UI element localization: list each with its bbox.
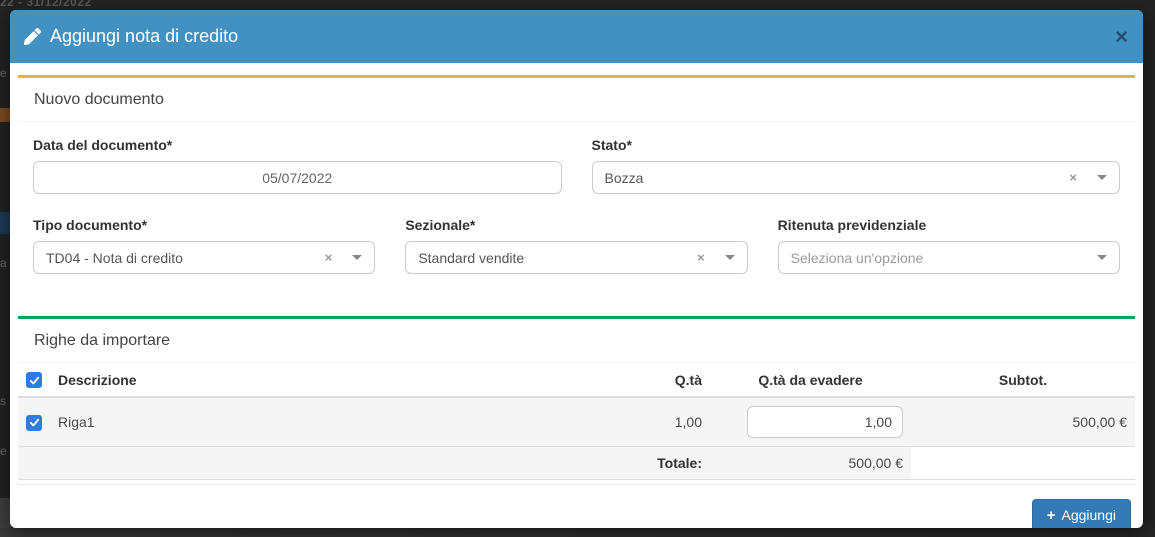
document-type-selected-value: TD04 - Nota di credito <box>46 250 325 266</box>
chevron-down-icon[interactable] <box>352 255 362 260</box>
close-icon[interactable]: × <box>1115 26 1128 48</box>
withholding-select[interactable]: Seleziona un'opzione <box>778 241 1120 274</box>
withholding-label: Ritenuta previdenziale <box>778 217 1120 233</box>
new-document-heading: Nuovo documento <box>18 78 1135 122</box>
modal-header: Aggiungi nota di credito × <box>10 10 1143 63</box>
rows-to-import-panel: Righe da importare Descrizione Q.tà <box>18 316 1135 480</box>
backdrop-fragment <box>0 528 1155 537</box>
withholding-placeholder: Seleziona un'opzione <box>791 250 1097 266</box>
document-date-input[interactable] <box>33 161 562 194</box>
column-header-description: Descrizione <box>50 363 616 397</box>
backdrop-date-range-text: 22 - 31/12/2022 <box>0 0 92 9</box>
status-select[interactable]: Bozza × <box>592 161 1121 194</box>
chevron-down-icon[interactable] <box>1097 175 1107 180</box>
column-header-qty: Q.tà <box>616 363 710 397</box>
total-label: Totale: <box>18 447 710 480</box>
qty-to-fulfill-input[interactable] <box>747 406 903 438</box>
sectional-label: Sezionale* <box>405 217 747 233</box>
modal-title: Aggiungi nota di credito <box>50 26 238 47</box>
checkmark-icon <box>29 375 40 386</box>
modal-footer: + Aggiungi <box>18 484 1135 528</box>
document-type-label: Tipo documento* <box>33 217 375 233</box>
new-document-form: Data del documento* Stato* Bozza × <box>18 122 1135 298</box>
new-document-panel: Nuovo documento Data del documento* Stat… <box>18 75 1135 298</box>
document-type-select[interactable]: TD04 - Nota di credito × <box>33 241 375 274</box>
row-description: Riga1 <box>50 397 616 447</box>
backdrop-fragment: s <box>0 394 10 408</box>
checkmark-icon <box>29 417 40 428</box>
status-selected-value: Bozza <box>605 170 1070 186</box>
rows-to-import-table: Descrizione Q.tà Q.tà da evadere Subtot. <box>18 363 1135 480</box>
total-value: 500,00 € <box>710 447 911 480</box>
plus-icon: + <box>1047 508 1056 523</box>
row-checkbox[interactable] <box>26 415 42 431</box>
column-header-subtotal: Subtot. <box>911 363 1135 397</box>
backdrop-fragment: e <box>0 444 10 458</box>
backdrop-fragment <box>0 212 10 234</box>
clear-selection-icon[interactable]: × <box>697 250 705 265</box>
row-qty: 1,00 <box>616 397 710 447</box>
clear-selection-icon[interactable]: × <box>325 250 333 265</box>
add-credit-note-modal: Aggiungi nota di credito × Nuovo documen… <box>10 10 1143 528</box>
document-date-label: Data del documento* <box>33 137 562 153</box>
document-date-field-group: Data del documento* <box>33 130 562 194</box>
column-header-qty-to-fulfill: Q.tà da evadere <box>710 363 911 397</box>
modal-body: Nuovo documento Data del documento* Stat… <box>10 63 1143 480</box>
pencil-icon <box>24 28 41 45</box>
add-button[interactable]: + Aggiungi <box>1032 499 1131 528</box>
select-all-checkbox[interactable] <box>26 372 42 388</box>
add-button-label: Aggiungi <box>1062 507 1117 523</box>
table-footer-row: Totale: 500,00 € <box>18 447 1135 480</box>
row-subtotal: 500,00 € <box>911 397 1135 447</box>
backdrop-fragment: a <box>0 256 10 270</box>
backdrop-fragment: e <box>0 66 10 80</box>
status-field-group: Stato* Bozza × <box>592 130 1121 194</box>
table-row: Riga1 1,00 500,00 € <box>18 397 1135 447</box>
sectional-select[interactable]: Standard vendite × <box>405 241 747 274</box>
status-label: Stato* <box>592 137 1121 153</box>
backdrop-fragment <box>0 108 10 122</box>
sectional-selected-value: Standard vendite <box>418 250 697 266</box>
withholding-field-group: Ritenuta previdenziale Seleziona un'opzi… <box>778 210 1120 274</box>
chevron-down-icon[interactable] <box>725 255 735 260</box>
document-type-field-group: Tipo documento* TD04 - Nota di credito × <box>33 210 375 274</box>
table-header-row: Descrizione Q.tà Q.tà da evadere Subtot. <box>18 363 1135 397</box>
sectional-field-group: Sezionale* Standard vendite × <box>405 210 747 274</box>
chevron-down-icon[interactable] <box>1097 255 1107 260</box>
rows-to-import-heading: Righe da importare <box>18 319 1135 363</box>
clear-selection-icon[interactable]: × <box>1069 170 1077 185</box>
